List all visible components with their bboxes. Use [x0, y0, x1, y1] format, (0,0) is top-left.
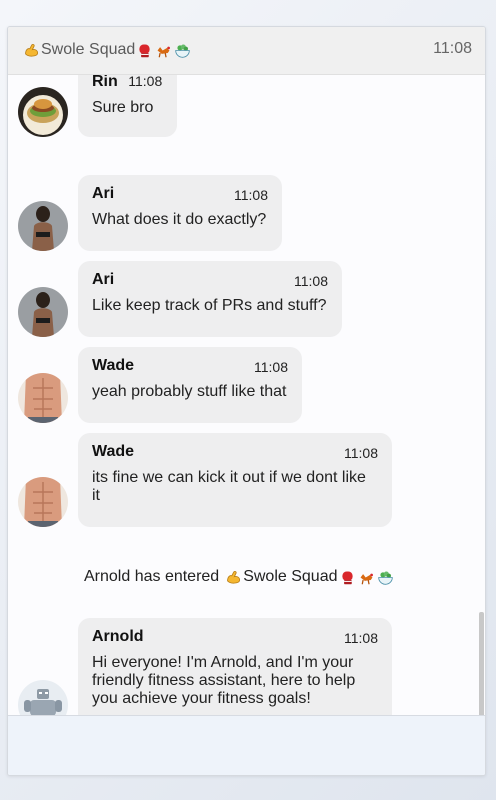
boxing-glove-icon — [341, 571, 353, 584]
message-bubble: Ari 11:08 Like keep track of PRs and stu… — [78, 261, 342, 337]
system-message-text: Arnold has entered — [84, 568, 220, 585]
message-list[interactable]: Rin 11:08 Sure bro Ari 11:08 What does i… — [8, 75, 485, 715]
message-text: Hi everyone! I'm Arnold, and I'm your fr… — [92, 654, 356, 707]
system-message-chat-name: Swole Squad — [243, 568, 338, 585]
message-time: 11:08 — [344, 445, 378, 461]
rooster-icon — [360, 573, 373, 584]
message-bubble: Wade 11:08 yeah probably stuff like that — [78, 347, 302, 423]
message-bubble: Ari 11:08 What does it do exactly? — [78, 175, 282, 251]
message-text: What does it do exactly? — [92, 211, 267, 228]
flexed-biceps-icon — [25, 43, 39, 57]
message-text: Sure bro — [92, 99, 154, 116]
chat-title[interactable]: Swole Squad — [22, 41, 192, 59]
message-text: Like keep track of PRs and stuff? — [92, 297, 327, 314]
message-composer[interactable] — [8, 715, 485, 775]
message-time: 11:08 — [234, 187, 268, 203]
message-time: 11:08 — [344, 630, 378, 646]
message-time: 11:08 — [294, 273, 328, 289]
system-message: Arnold has entered Swole Squad — [84, 568, 395, 586]
avatar-wade[interactable] — [18, 373, 68, 423]
flexed-biceps-icon — [227, 570, 241, 584]
chat-title-text: Swole Squad — [41, 41, 136, 58]
avatar-arnold[interactable] — [18, 680, 68, 715]
message-time: 11:08 — [128, 75, 163, 89]
header-time: 11:08 — [433, 40, 472, 57]
message-sender: Rin — [92, 75, 118, 90]
message-bubble: Wade 11:08 its fine we can kick it out i… — [78, 433, 392, 527]
avatar-ari[interactable] — [18, 201, 68, 251]
message-text: yeah probably stuff like that — [92, 383, 287, 400]
chat-header: Swole Squad 11:08 — [8, 27, 485, 75]
message-time: 11:08 — [254, 359, 288, 375]
salad-icon — [175, 44, 191, 58]
rooster-icon — [157, 46, 171, 57]
avatar-ari[interactable] — [18, 287, 68, 337]
boxing-glove-icon — [139, 44, 150, 57]
message-text: its fine we can kick it out if we dont l… — [92, 469, 366, 504]
avatar-wade[interactable] — [18, 477, 68, 527]
message-bubble: Arnold 11:08 Hi everyone! I'm Arnold, an… — [78, 618, 392, 715]
message-sender: Arnold — [92, 628, 144, 645]
scrollbar[interactable] — [479, 612, 484, 715]
avatar-rin[interactable] — [18, 87, 68, 137]
message-sender: Ari — [92, 271, 115, 288]
message-sender: Wade — [92, 443, 135, 460]
message-bubble: Rin 11:08 Sure bro — [78, 75, 177, 137]
chat-window: Swole Squad 11:08 Rin 11:08 Sure bro Ari… — [7, 26, 486, 776]
salad-icon — [377, 571, 393, 585]
